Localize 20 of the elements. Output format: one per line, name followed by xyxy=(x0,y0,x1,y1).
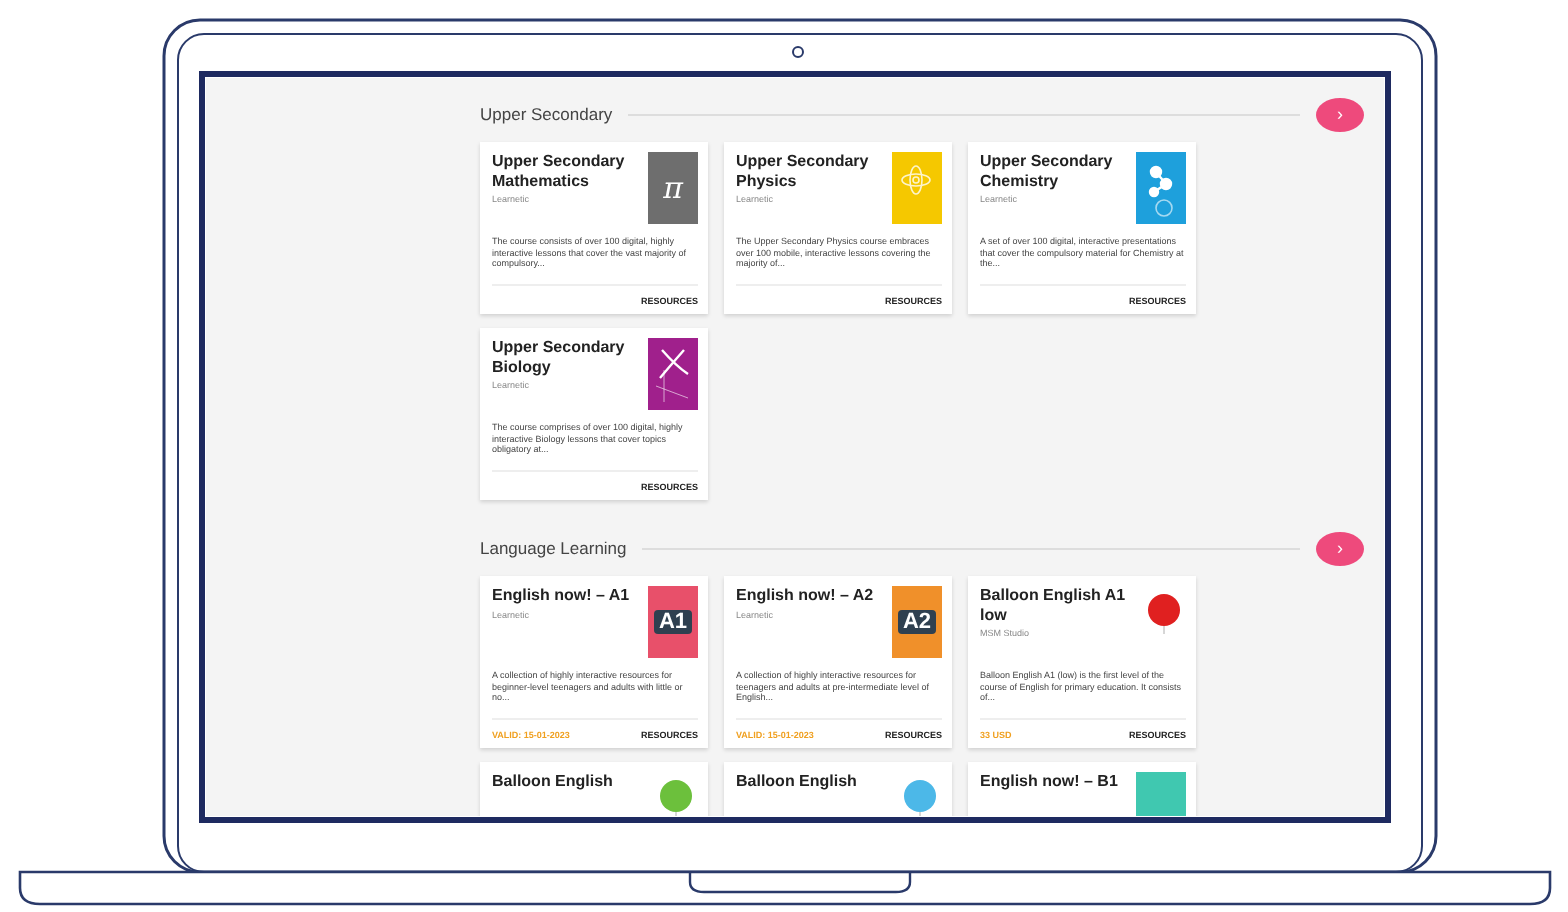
course-title: English now! – B1 xyxy=(980,772,1118,791)
next-button[interactable]: › xyxy=(1316,531,1364,565)
course-title: English now! – A2 xyxy=(736,586,874,605)
course-title: Upper Secondary Chemistry xyxy=(980,152,1115,190)
pi-symbol: π xyxy=(663,170,683,206)
course-title: Upper Secondary Mathematics xyxy=(492,152,627,190)
course-title: English now! – A1 xyxy=(492,586,630,605)
course-title: Upper Secondary Physics xyxy=(736,152,871,190)
course-title: Balloon English xyxy=(492,772,613,791)
course-title: Balloon English A1 low xyxy=(980,586,1128,624)
level-label: A2 xyxy=(898,610,936,634)
course-card[interactable]: English now! – B1 xyxy=(968,762,1196,816)
next-button[interactable]: › xyxy=(1316,97,1364,131)
course-title: Balloon English xyxy=(736,772,857,791)
course-card[interactable]: Balloon English xyxy=(480,762,708,816)
level-label: A1 xyxy=(654,610,692,634)
section-title: Upper Secondary xyxy=(480,104,613,124)
course-title: Upper Secondary Biology xyxy=(492,338,627,376)
course-card[interactable]: Balloon English xyxy=(724,762,952,816)
section-title: Language Learning xyxy=(480,538,627,558)
